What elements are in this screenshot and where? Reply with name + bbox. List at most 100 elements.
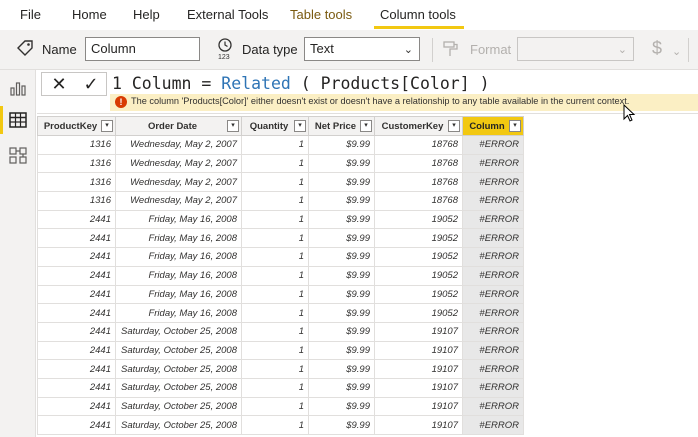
column-cell[interactable]: #ERROR [462, 172, 524, 193]
productkey-cell[interactable]: 2441 [37, 377, 116, 398]
order-date-cell[interactable]: Friday, May 16, 2008 [115, 247, 242, 267]
column-cell[interactable]: #ERROR [462, 303, 524, 323]
net-price-cell[interactable]: $9.99 [308, 153, 375, 174]
filter-dropdown-icon[interactable]: ▾ [101, 120, 113, 132]
net-price-cell[interactable]: $9.99 [308, 172, 375, 193]
column-header-quantity[interactable]: Quantity ▾ [241, 116, 309, 136]
productkey-cell[interactable]: 2441 [37, 359, 116, 379]
productkey-cell[interactable]: 1316 [37, 153, 116, 174]
customerkey-cell[interactable]: 18768 [374, 135, 463, 155]
productkey-cell[interactable]: 2441 [37, 265, 116, 286]
column-cell[interactable]: #ERROR [462, 284, 524, 305]
customerkey-cell[interactable]: 19107 [374, 377, 463, 398]
quantity-cell[interactable]: 1 [241, 359, 309, 379]
customerkey-cell[interactable]: 19052 [374, 265, 463, 286]
datatype-select[interactable]: Text ⌄ [304, 37, 420, 61]
column-cell[interactable]: #ERROR [462, 377, 524, 398]
column-header-net-price[interactable]: Net Price ▾ [308, 116, 375, 136]
cancel-formula-button[interactable]: ✕ [43, 73, 75, 95]
formula-input[interactable]: 1 Column = Related ( Products[Color] ) [112, 74, 490, 93]
order-date-cell[interactable]: Saturday, October 25, 2008 [115, 340, 242, 361]
column-cell[interactable]: #ERROR [462, 191, 524, 211]
column-cell[interactable]: #ERROR [462, 209, 524, 230]
column-cell[interactable]: #ERROR [462, 247, 524, 267]
column-cell[interactable]: #ERROR [462, 265, 524, 286]
quantity-cell[interactable]: 1 [241, 228, 309, 249]
column-cell[interactable]: #ERROR [462, 340, 524, 361]
order-date-cell[interactable]: Wednesday, May 2, 2007 [115, 153, 242, 174]
quantity-cell[interactable]: 1 [241, 191, 309, 211]
net-price-cell[interactable]: $9.99 [308, 247, 375, 267]
column-cell[interactable]: #ERROR [462, 228, 524, 249]
productkey-cell[interactable]: 2441 [37, 303, 116, 323]
net-price-cell[interactable]: $9.99 [308, 191, 375, 211]
customerkey-cell[interactable]: 19107 [374, 359, 463, 379]
order-date-cell[interactable]: Wednesday, May 2, 2007 [115, 191, 242, 211]
customerkey-cell[interactable]: 19052 [374, 284, 463, 305]
customerkey-cell[interactable]: 19052 [374, 228, 463, 249]
net-price-cell[interactable]: $9.99 [308, 209, 375, 230]
quantity-cell[interactable]: 1 [241, 153, 309, 174]
customerkey-cell[interactable]: 19107 [374, 340, 463, 361]
order-date-cell[interactable]: Saturday, October 25, 2008 [115, 321, 242, 342]
tab-home[interactable]: Home [72, 7, 107, 22]
net-price-cell[interactable]: $9.99 [308, 321, 375, 342]
order-date-cell[interactable]: Wednesday, May 2, 2007 [115, 172, 242, 193]
tab-table-tools[interactable]: Table tools [290, 7, 352, 22]
order-date-cell[interactable]: Saturday, October 25, 2008 [115, 415, 242, 435]
net-price-cell[interactable]: $9.99 [308, 377, 375, 398]
order-date-cell[interactable]: Friday, May 16, 2008 [115, 284, 242, 305]
column-cell[interactable]: #ERROR [462, 135, 524, 155]
quantity-cell[interactable]: 1 [241, 377, 309, 398]
quantity-cell[interactable]: 1 [241, 415, 309, 435]
customerkey-cell[interactable]: 19052 [374, 247, 463, 267]
net-price-cell[interactable]: $9.99 [308, 284, 375, 305]
quantity-cell[interactable]: 1 [241, 303, 309, 323]
quantity-cell[interactable]: 1 [241, 340, 309, 361]
net-price-cell[interactable]: $9.99 [308, 265, 375, 286]
filter-dropdown-icon[interactable]: ▾ [294, 120, 306, 132]
order-date-cell[interactable]: Friday, May 16, 2008 [115, 228, 242, 249]
customerkey-cell[interactable]: 18768 [374, 153, 463, 174]
productkey-cell[interactable]: 1316 [37, 172, 116, 193]
order-date-cell[interactable]: Friday, May 16, 2008 [115, 303, 242, 323]
filter-dropdown-icon[interactable]: ▾ [227, 120, 239, 132]
table-view-icon[interactable] [8, 110, 28, 130]
filter-dropdown-icon[interactable]: ▾ [448, 120, 460, 132]
productkey-cell[interactable]: 1316 [37, 135, 116, 155]
tab-external-tools[interactable]: External Tools [187, 7, 268, 22]
quantity-cell[interactable]: 1 [241, 321, 309, 342]
quantity-cell[interactable]: 1 [241, 172, 309, 193]
productkey-cell[interactable]: 2441 [37, 228, 116, 249]
productkey-cell[interactable]: 2441 [37, 209, 116, 230]
customerkey-cell[interactable]: 18768 [374, 172, 463, 193]
productkey-cell[interactable]: 2441 [37, 396, 116, 417]
order-date-cell[interactable]: Saturday, October 25, 2008 [115, 396, 242, 417]
quantity-cell[interactable]: 1 [241, 135, 309, 155]
customerkey-cell[interactable]: 19107 [374, 396, 463, 417]
net-price-cell[interactable]: $9.99 [308, 228, 375, 249]
net-price-cell[interactable]: $9.99 [308, 303, 375, 323]
order-date-cell[interactable]: Saturday, October 25, 2008 [115, 359, 242, 379]
customerkey-cell[interactable]: 19107 [374, 415, 463, 435]
name-input[interactable]: Column [85, 37, 200, 61]
order-date-cell[interactable]: Friday, May 16, 2008 [115, 209, 242, 230]
net-price-cell[interactable]: $9.99 [308, 359, 375, 379]
filter-dropdown-icon[interactable]: ▾ [360, 120, 372, 132]
customerkey-cell[interactable]: 19052 [374, 209, 463, 230]
column-header-customerkey[interactable]: CustomerKey ▾ [374, 116, 463, 136]
chevron-down-icon[interactable]: ⌄ [672, 45, 681, 58]
column-header-productkey[interactable]: ProductKey ▾ [37, 116, 116, 136]
quantity-cell[interactable]: 1 [241, 396, 309, 417]
quantity-cell[interactable]: 1 [241, 265, 309, 286]
column-header-column[interactable]: Column ▾ [462, 116, 524, 136]
tab-file[interactable]: File [20, 7, 41, 22]
commit-formula-button[interactable]: ✓ [75, 73, 107, 95]
filter-dropdown-icon[interactable]: ▾ [509, 120, 521, 132]
productkey-cell[interactable]: 2441 [37, 321, 116, 342]
net-price-cell[interactable]: $9.99 [308, 396, 375, 417]
net-price-cell[interactable]: $9.99 [308, 340, 375, 361]
column-cell[interactable]: #ERROR [462, 359, 524, 379]
productkey-cell[interactable]: 2441 [37, 284, 116, 305]
productkey-cell[interactable]: 2441 [37, 415, 116, 435]
